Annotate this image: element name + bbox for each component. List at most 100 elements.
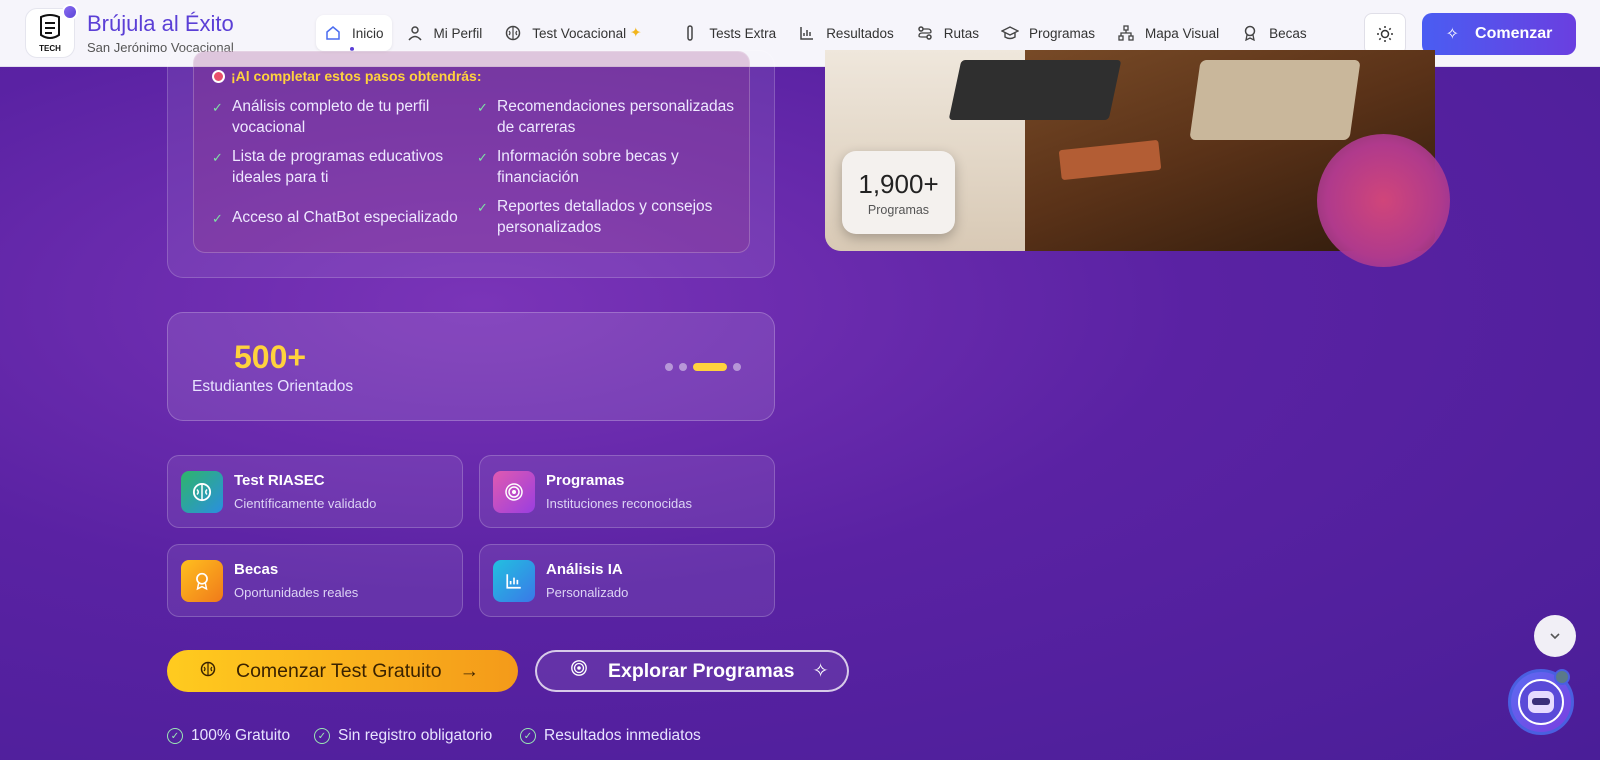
carousel-dot[interactable] <box>665 363 673 371</box>
carousel-dot-active[interactable] <box>693 363 727 371</box>
perk-text: 100% Gratuito <box>191 727 291 744</box>
main-nav: Inicio Mi Perfil Test Vocacional ✦ Tests… <box>316 15 1321 51</box>
step-item: ✓ Acceso al ChatBot especializado <box>212 207 472 229</box>
sun-icon <box>1377 26 1393 42</box>
carousel-dots <box>665 363 741 371</box>
nav-item-resultados[interactable]: Resultados <box>790 15 902 51</box>
brain-icon <box>200 660 216 683</box>
stat-value: 1,900+ <box>858 168 939 199</box>
nav-item-mi-perfil[interactable]: Mi Perfil <box>398 15 491 51</box>
step-text: Recomendaciones personalizadas de carrer… <box>497 98 734 136</box>
step-item: ✓ Reportes detallados y consejos persona… <box>477 196 737 238</box>
brand-title[interactable]: Brújula al Éxito <box>87 11 234 37</box>
nav-item-tests-extra[interactable]: Tests Extra <box>673 15 784 51</box>
students-stat-card: 500+ Estudiantes Orientados <box>167 312 775 421</box>
logo-icon: TECH <box>39 14 61 53</box>
steps-panel: ¡Al completar estos pasos obtendrás: ✓ A… <box>193 51 750 253</box>
nav-item-rutas[interactable]: Rutas <box>908 15 987 51</box>
step-text: Reportes detallados y consejos personali… <box>497 198 713 236</box>
feature-card-becas[interactable]: Becas Oportunidades reales <box>167 544 463 617</box>
nav-label: Inicio <box>352 25 384 41</box>
check-circle-icon: ✓ <box>167 728 183 744</box>
stat-label: Programas <box>867 202 930 217</box>
target-icon <box>212 69 225 83</box>
network-icon <box>1117 24 1135 42</box>
check-icon: ✓ <box>477 200 488 215</box>
nav-label: Test Vocacional <box>532 25 627 41</box>
carousel-dot[interactable] <box>733 363 741 371</box>
students-label: Estudiantes Orientados <box>192 378 354 395</box>
route-icon <box>916 24 934 42</box>
home-icon <box>324 24 342 42</box>
chevron-down-icon <box>1550 633 1560 640</box>
start-free-test-button[interactable]: Comenzar Test Gratuito → <box>167 650 518 692</box>
feature-title: Test RIASEC <box>234 472 325 489</box>
feature-subtitle: Oportunidades reales <box>234 585 359 600</box>
feature-title: Análisis IA <box>546 561 623 578</box>
sparkles-icon: ✧ <box>812 660 829 682</box>
feature-subtitle: Personalizado <box>546 585 629 600</box>
img-laptop <box>948 60 1122 120</box>
decorative-glow <box>1317 134 1450 267</box>
robot-icon <box>1518 679 1564 725</box>
nav-label: Mapa Visual <box>1145 25 1220 41</box>
step-item: ✓ Lista de programas educativos ideales … <box>212 146 462 188</box>
feature-card-test-riasec[interactable]: Test RIASEC Científicamente validado <box>167 455 463 528</box>
check-circle-icon: ✓ <box>314 728 330 744</box>
nav-label: Rutas <box>943 25 980 41</box>
perk-item: ✓ Resultados inmediatos <box>520 727 701 745</box>
steps-title: ¡Al completar estos pasos obtendrás: <box>212 68 482 84</box>
cta-secondary-label: Explorar Programas <box>608 659 795 682</box>
step-item: ✓ Análisis completo de tu perfil vocacio… <box>212 96 462 138</box>
target-icon <box>493 471 535 513</box>
arrow-right-icon: → <box>459 659 480 682</box>
svg-text:TECH: TECH <box>39 44 61 53</box>
students-value: 500+ <box>234 339 307 375</box>
perk-text: Sin registro obligatorio <box>338 727 493 744</box>
start-button[interactable]: ✧ Comenzar <box>1422 13 1576 55</box>
brain-icon <box>181 471 223 513</box>
check-icon: ✓ <box>477 150 488 165</box>
feature-title: Programas <box>546 472 625 489</box>
perk-item: ✓ Sin registro obligatorio <box>314 727 492 745</box>
user-icon <box>406 24 424 42</box>
step-text: Análisis completo de tu perfil vocaciona… <box>232 98 430 136</box>
nav-item-mapa-visual[interactable]: Mapa Visual <box>1109 15 1227 51</box>
check-icon: ✓ <box>212 211 223 226</box>
theme-toggle-button[interactable] <box>1364 13 1406 55</box>
bot-face <box>1528 691 1554 713</box>
feature-card-analisis-ia[interactable]: Análisis IA Personalizado <box>479 544 775 617</box>
target-icon <box>570 659 588 683</box>
graduation-cap-icon <box>1001 24 1020 42</box>
bar-chart-icon <box>798 24 816 42</box>
award-icon <box>1241 24 1259 42</box>
feature-subtitle: Científicamente validado <box>234 496 377 511</box>
carousel-dot[interactable] <box>679 363 687 371</box>
brain-icon <box>504 24 522 42</box>
nav-item-becas[interactable]: Becas <box>1233 15 1315 51</box>
explore-programs-button[interactable]: Explorar Programas ✧ <box>535 650 849 692</box>
nav-label: Programas <box>1029 25 1096 41</box>
cta-primary-label: Comenzar Test Gratuito <box>236 659 442 682</box>
check-icon: ✓ <box>212 150 223 165</box>
nav-label: Becas <box>1269 25 1307 41</box>
feature-subtitle: Instituciones reconocidas <box>546 496 692 511</box>
sparkles-icon: ✧ <box>1445 26 1460 43</box>
check-icon: ✓ <box>212 100 223 115</box>
feature-card-programas[interactable]: Programas Instituciones reconocidas <box>479 455 775 528</box>
nav-item-test-vocacional[interactable]: Test Vocacional ✦ <box>496 15 667 51</box>
bar-chart-icon <box>493 560 535 602</box>
steps-title-text: ¡Al completar estos pasos obtendrás: <box>231 68 482 84</box>
nav-item-programas[interactable]: Programas <box>993 15 1103 51</box>
perk-text: Resultados inmediatos <box>544 727 701 744</box>
step-text: Información sobre becas y financiación <box>497 148 679 186</box>
scroll-down-button[interactable] <box>1534 615 1576 657</box>
perk-item: ✓ 100% Gratuito <box>167 727 290 745</box>
start-button-label: Comenzar <box>1475 25 1553 42</box>
sparkle-icon: ✦ <box>630 25 642 40</box>
check-icon: ✓ <box>477 100 488 115</box>
nav-label: Resultados <box>826 25 894 41</box>
check-circle-icon: ✓ <box>520 728 536 744</box>
steps-card: ¡Al completar estos pasos obtendrás: ✓ A… <box>167 50 775 278</box>
nav-item-inicio[interactable]: Inicio <box>316 15 392 51</box>
